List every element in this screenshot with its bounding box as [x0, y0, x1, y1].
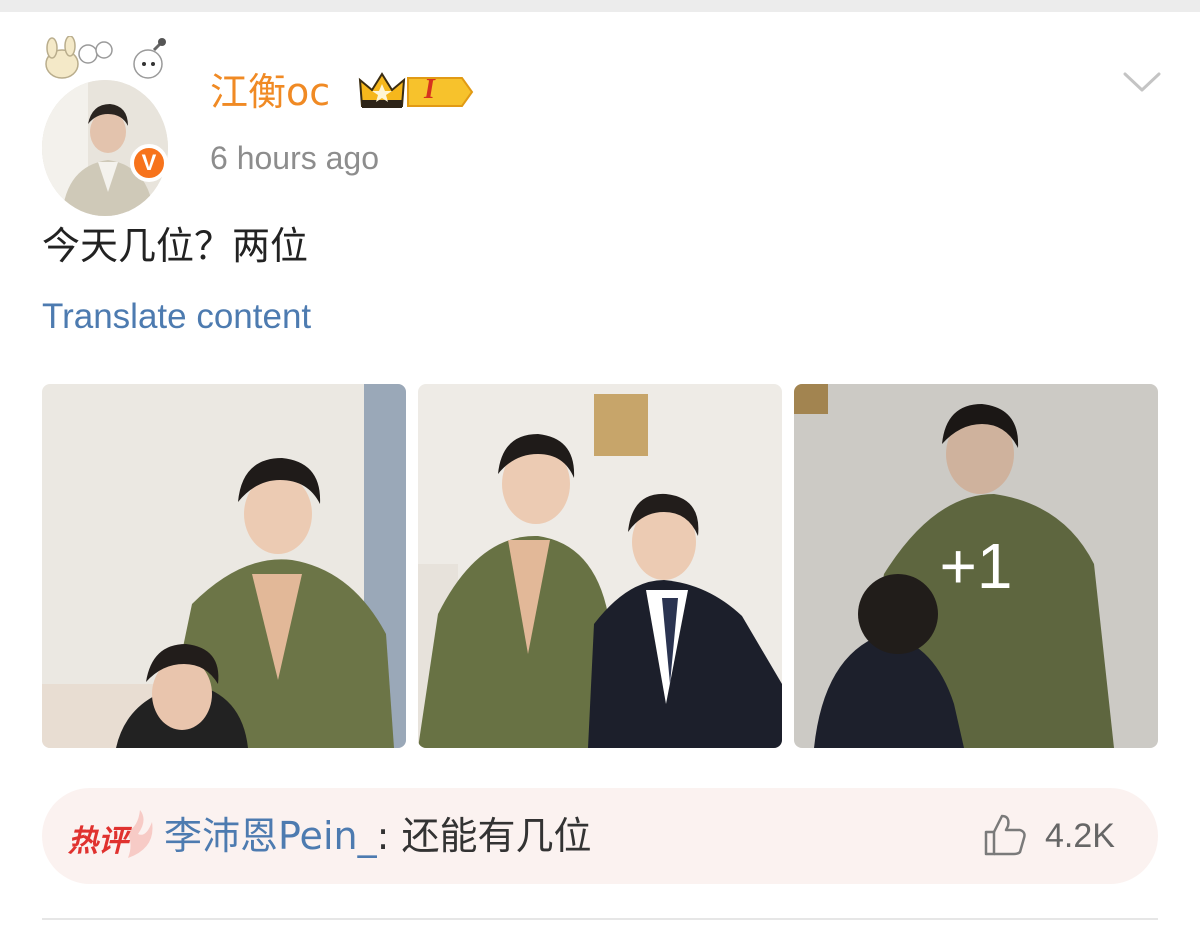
- comment-separator: :: [376, 814, 402, 858]
- comment-text: 还能有几位: [401, 814, 592, 858]
- hot-comment[interactable]: 热评 李沛恩Pein_: 还能有几位 4.2K: [42, 788, 1158, 884]
- translate-content-link[interactable]: Translate content: [42, 294, 311, 340]
- avatar-frame-decoration: [36, 35, 172, 106]
- username[interactable]: 江衡oc: [210, 66, 330, 118]
- like-count: 4.2K: [1045, 817, 1115, 855]
- post-photo-3[interactable]: +1: [794, 384, 1158, 748]
- divider: [42, 918, 1158, 920]
- post-timestamp: 6 hours ago: [210, 140, 380, 176]
- comment-line: 李沛恩Pein_: 还能有几位: [164, 810, 592, 862]
- thumbs-up-icon[interactable]: [980, 810, 1030, 860]
- commenter-name[interactable]: 李沛恩Pein_: [164, 814, 377, 858]
- hot-comment-badge: 热评: [68, 808, 164, 864]
- hot-comment-label: 热评: [68, 824, 128, 859]
- post-text: 今天几位？两位: [42, 224, 309, 268]
- crown-vip-icon[interactable]: I: [358, 70, 474, 114]
- post-photo-1[interactable]: [42, 384, 406, 748]
- more-photos-count: +1: [794, 384, 1158, 748]
- post-photo-2[interactable]: [418, 384, 782, 748]
- vip-level-text: I: [424, 74, 435, 105]
- verified-v-icon: V: [130, 144, 168, 182]
- top-strip: [0, 0, 1200, 12]
- chevron-down-icon[interactable]: [1122, 68, 1162, 98]
- avatar[interactable]: V: [36, 35, 172, 216]
